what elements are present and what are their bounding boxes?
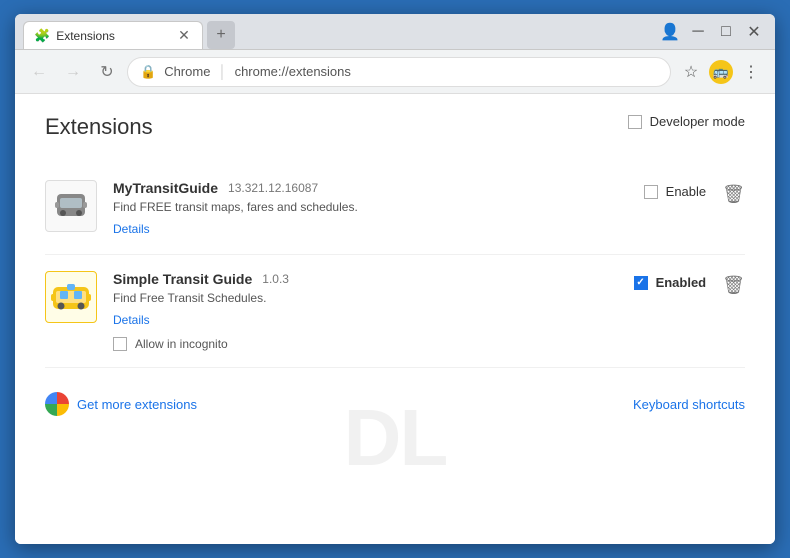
ext-controls-1: Enable 🗑 (644, 180, 745, 205)
back-button[interactable]: ← (25, 58, 53, 86)
address-bar[interactable]: 🔒 Chrome │ chrome://extensions (127, 57, 671, 87)
ext-enable-row-1: Enable (644, 184, 706, 199)
ext-details-link-2[interactable]: Details (113, 313, 150, 327)
account-icon[interactable]: 👤 (657, 19, 683, 45)
ext-controls-2: ✓ Enabled 🗑 (634, 271, 745, 296)
get-more-label: Get more extensions (77, 397, 197, 412)
ext-incognito-label: Allow in incognito (135, 337, 228, 351)
extension-item-simpletransit: Simple Transit Guide 1.0.3 Find Free Tra… (45, 255, 745, 368)
ext-desc-2: Find Free Transit Schedules. (113, 291, 618, 305)
menu-button[interactable]: ⋮ (737, 58, 765, 86)
footer-row: Get more extensions Keyboard shortcuts (45, 372, 745, 416)
extension-icon-toolbar[interactable]: 🚌 (709, 60, 733, 84)
ext-name-1: MyTransitGuide (113, 180, 218, 196)
ext-desc-1: Find FREE transit maps, fares and schedu… (113, 200, 628, 214)
extensions-content: DL Extensions Developer mode My (15, 94, 775, 544)
close-button[interactable]: ✕ (741, 19, 767, 45)
reload-button[interactable]: ↻ (93, 58, 121, 86)
developer-mode-row: Developer mode (628, 114, 745, 129)
minimize-button[interactable]: ─ (685, 19, 711, 45)
toolbar: ← → ↻ 🔒 Chrome │ chrome://extensions ☆ 🚌… (15, 50, 775, 94)
keyboard-shortcuts-link[interactable]: Keyboard shortcuts (633, 397, 745, 412)
address-separator: │ (218, 64, 226, 79)
title-bar: 🧩 Extensions ✕ + 👤 ─ □ ✕ (15, 14, 775, 50)
ext-enable-label-2: Enabled (656, 275, 707, 290)
ext-info-simpletransit: Simple Transit Guide 1.0.3 Find Free Tra… (113, 271, 618, 351)
active-tab[interactable]: 🧩 Extensions ✕ (23, 21, 203, 49)
tab-favicon: 🧩 (34, 28, 50, 44)
tab-area: 🧩 Extensions ✕ + (23, 14, 651, 49)
ext-delete-button-1[interactable]: 🗑 (722, 184, 745, 205)
ext-name-row-2: Simple Transit Guide 1.0.3 (113, 271, 618, 287)
ext-enable-checkbox-2[interactable]: ✓ (634, 276, 648, 290)
ext-version-2: 1.0.3 (262, 272, 289, 286)
ext-delete-button-2[interactable]: 🗑 (722, 275, 745, 296)
chrome-logo-icon (45, 392, 69, 416)
ext-version-1: 13.321.12.16087 (228, 181, 318, 195)
maximize-button[interactable]: □ (713, 19, 739, 45)
ext-enable-label-1: Enable (666, 184, 706, 199)
ext-name-2: Simple Transit Guide (113, 271, 252, 287)
developer-mode-checkbox[interactable] (628, 115, 642, 129)
extension-item-mytransitguide: MyTransitGuide 13.321.12.16087 Find FREE… (45, 164, 745, 255)
bookmark-button[interactable]: ☆ (677, 58, 705, 86)
address-domain: Chrome (164, 64, 210, 79)
address-path: chrome://extensions (235, 64, 351, 79)
toolbar-extras: ☆ 🚌 ⋮ (677, 58, 765, 86)
developer-mode-label: Developer mode (650, 114, 745, 129)
window-controls: 👤 ─ □ ✕ (657, 19, 767, 45)
tab-label: Extensions (56, 29, 115, 43)
ext-info-mytransitguide: MyTransitGuide 13.321.12.16087 Find FREE… (113, 180, 628, 238)
lock-icon: 🔒 (140, 64, 156, 80)
forward-button[interactable]: → (59, 58, 87, 86)
ext-incognito-checkbox[interactable] (113, 337, 127, 351)
browser-window: 🧩 Extensions ✕ + 👤 ─ □ ✕ ← → ↻ 🔒 Chrome … (15, 14, 775, 544)
ext-details-link-1[interactable]: Details (113, 222, 150, 236)
get-more-extensions-link[interactable]: Get more extensions (45, 392, 197, 416)
ext-enable-checkbox-1[interactable] (644, 185, 658, 199)
ext-incognito-row: Allow in incognito (113, 337, 618, 351)
tab-close-button[interactable]: ✕ (176, 28, 192, 44)
ext-name-row-1: MyTransitGuide 13.321.12.16087 (113, 180, 628, 196)
ext-enable-row-2: ✓ Enabled (634, 275, 707, 290)
ext-icon-simpletransit (45, 271, 97, 323)
new-tab-button[interactable]: + (207, 21, 235, 49)
ext-icon-mytransitguide (45, 180, 97, 232)
